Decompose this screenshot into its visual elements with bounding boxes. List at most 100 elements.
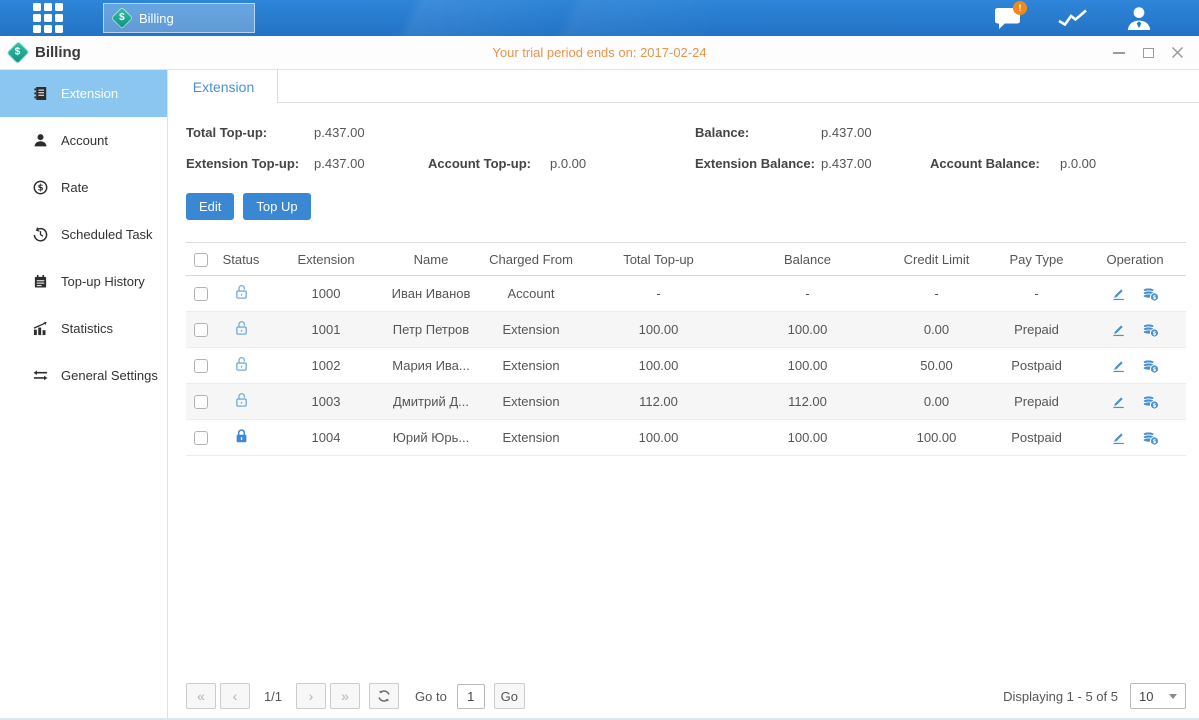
refresh-button[interactable] bbox=[369, 683, 399, 709]
top-up-row-button[interactable]: $ bbox=[1142, 394, 1159, 410]
user-menu-button[interactable] bbox=[1123, 4, 1155, 32]
balance-label: Balance: bbox=[695, 125, 821, 140]
col-pay-type: Pay Type bbox=[989, 243, 1084, 276]
col-extension: Extension bbox=[266, 243, 386, 276]
sidebar-item-rate[interactable]: $ Rate bbox=[0, 164, 167, 211]
sidebar-item-label: Account bbox=[61, 133, 108, 148]
next-page-button[interactable]: › bbox=[296, 683, 326, 709]
tab-strip-filler bbox=[278, 70, 1199, 103]
page-indicator: 1/1 bbox=[254, 689, 292, 704]
cell-charged-from: Extension bbox=[476, 420, 586, 456]
sidebar-item-general-settings[interactable]: General Settings bbox=[0, 352, 167, 399]
page-size-select[interactable]: 10 bbox=[1130, 683, 1186, 709]
edit-row-button[interactable] bbox=[1111, 322, 1126, 337]
edit-row-button[interactable] bbox=[1111, 430, 1126, 445]
cell-extension: 1002 bbox=[266, 348, 386, 384]
app-window: $ Billing ! bbox=[0, 0, 1199, 720]
row-checkbox[interactable] bbox=[194, 359, 208, 373]
tab-extension[interactable]: Extension bbox=[170, 70, 278, 103]
extension-topup-value: p.437.00 bbox=[314, 156, 428, 171]
top-up-button[interactable]: Top Up bbox=[243, 193, 310, 220]
lock-closed-icon bbox=[234, 428, 249, 444]
edit-row-button[interactable] bbox=[1111, 394, 1126, 409]
cell-total-topup: 100.00 bbox=[586, 420, 731, 456]
edit-button[interactable]: Edit bbox=[186, 193, 234, 220]
last-page-button[interactable]: » bbox=[330, 683, 360, 709]
resource-monitor-button[interactable] bbox=[1057, 4, 1089, 32]
trial-notice: Your trial period ends on: 2017-02-24 bbox=[0, 45, 1199, 60]
sidebar-item-extension[interactable]: Extension bbox=[0, 70, 167, 117]
go-button[interactable]: Go bbox=[494, 683, 525, 709]
pencil-icon bbox=[1111, 430, 1126, 445]
cell-balance: 112.00 bbox=[731, 384, 884, 420]
history-clock-icon bbox=[32, 227, 48, 242]
cell-name: Иван Иванов bbox=[386, 276, 476, 312]
cell-extension: 1001 bbox=[266, 312, 386, 348]
top-up-row-button[interactable]: $ bbox=[1142, 358, 1159, 374]
billing-window-icon: $ bbox=[6, 41, 29, 64]
page-size-value: 10 bbox=[1139, 689, 1153, 704]
svg-text:$: $ bbox=[1152, 295, 1156, 301]
first-page-button[interactable]: « bbox=[186, 683, 216, 709]
edit-row-button[interactable] bbox=[1111, 286, 1126, 301]
svg-text:$: $ bbox=[1152, 439, 1156, 445]
col-total-topup: Total Top-up bbox=[586, 243, 731, 276]
sidebar: Extension Account $ Rate Scheduled Task bbox=[0, 70, 168, 718]
account-balance-label: Account Balance: bbox=[930, 156, 1060, 171]
cell-total-topup: 100.00 bbox=[586, 312, 731, 348]
sidebar-item-label: Statistics bbox=[61, 321, 113, 336]
minimize-button[interactable] bbox=[1109, 43, 1129, 63]
close-button[interactable] bbox=[1167, 43, 1187, 63]
cell-credit-limit: 0.00 bbox=[884, 384, 989, 420]
row-checkbox[interactable] bbox=[194, 395, 208, 409]
window-titlebar: $ Billing Your trial period ends on: 201… bbox=[0, 36, 1199, 70]
cell-extension: 1004 bbox=[266, 420, 386, 456]
cell-extension: 1003 bbox=[266, 384, 386, 420]
goto-page-input[interactable] bbox=[457, 684, 485, 709]
taskbar-tray: ! bbox=[991, 4, 1155, 32]
cell-balance: 100.00 bbox=[731, 420, 884, 456]
sidebar-item-statistics[interactable]: Statistics bbox=[0, 305, 167, 352]
svg-text:$: $ bbox=[1152, 331, 1156, 337]
ledger-icon bbox=[32, 86, 48, 101]
pencil-icon bbox=[1111, 394, 1126, 409]
select-all-checkbox[interactable] bbox=[194, 253, 208, 267]
person-icon bbox=[32, 133, 48, 148]
row-checkbox[interactable] bbox=[194, 287, 208, 301]
extension-balance-value: p.437.00 bbox=[821, 156, 930, 171]
table-row: 1004 Юрий Юрь... Extension 100.00 100.00… bbox=[186, 420, 1186, 456]
messages-button[interactable]: ! bbox=[991, 4, 1023, 32]
maximize-button[interactable] bbox=[1138, 43, 1158, 63]
coins-icon: $ bbox=[1142, 322, 1159, 338]
maximize-icon bbox=[1143, 48, 1154, 58]
extension-topup-label: Extension Top-up: bbox=[186, 156, 314, 171]
row-checkbox[interactable] bbox=[194, 323, 208, 337]
taskbar-tab-label: Billing bbox=[139, 11, 174, 26]
sidebar-item-account[interactable]: Account bbox=[0, 117, 167, 164]
edit-row-button[interactable] bbox=[1111, 358, 1126, 373]
tab-label: Extension bbox=[193, 79, 254, 95]
balance-summary: Total Top-up: p.437.00 Extension Top-up:… bbox=[186, 117, 1186, 179]
app-grid-button[interactable] bbox=[33, 3, 63, 33]
top-up-row-button[interactable]: $ bbox=[1142, 322, 1159, 338]
taskbar-billing-tab[interactable]: $ Billing bbox=[103, 3, 255, 33]
taskbar: $ Billing ! bbox=[0, 0, 1199, 36]
top-up-row-button[interactable]: $ bbox=[1142, 286, 1159, 302]
cell-name: Юрий Юрь... bbox=[386, 420, 476, 456]
pencil-icon bbox=[1111, 358, 1126, 373]
cell-credit-limit: 50.00 bbox=[884, 348, 989, 384]
cell-charged-from: Account bbox=[476, 276, 586, 312]
cell-charged-from: Extension bbox=[476, 348, 586, 384]
cell-total-topup: 100.00 bbox=[586, 348, 731, 384]
sidebar-item-topup-history[interactable]: Top-up History bbox=[0, 258, 167, 305]
top-up-row-button[interactable]: $ bbox=[1142, 430, 1159, 446]
prev-page-button[interactable]: ‹ bbox=[220, 683, 250, 709]
sidebar-item-scheduled-task[interactable]: Scheduled Task bbox=[0, 211, 167, 258]
coins-icon: $ bbox=[1142, 358, 1159, 374]
sidebar-item-label: Rate bbox=[61, 180, 88, 195]
lock-open-icon bbox=[234, 320, 249, 336]
sidebar-item-label: Top-up History bbox=[61, 274, 145, 289]
cell-total-topup: - bbox=[586, 276, 731, 312]
total-topup-label: Total Top-up: bbox=[186, 125, 314, 140]
row-checkbox[interactable] bbox=[194, 431, 208, 445]
